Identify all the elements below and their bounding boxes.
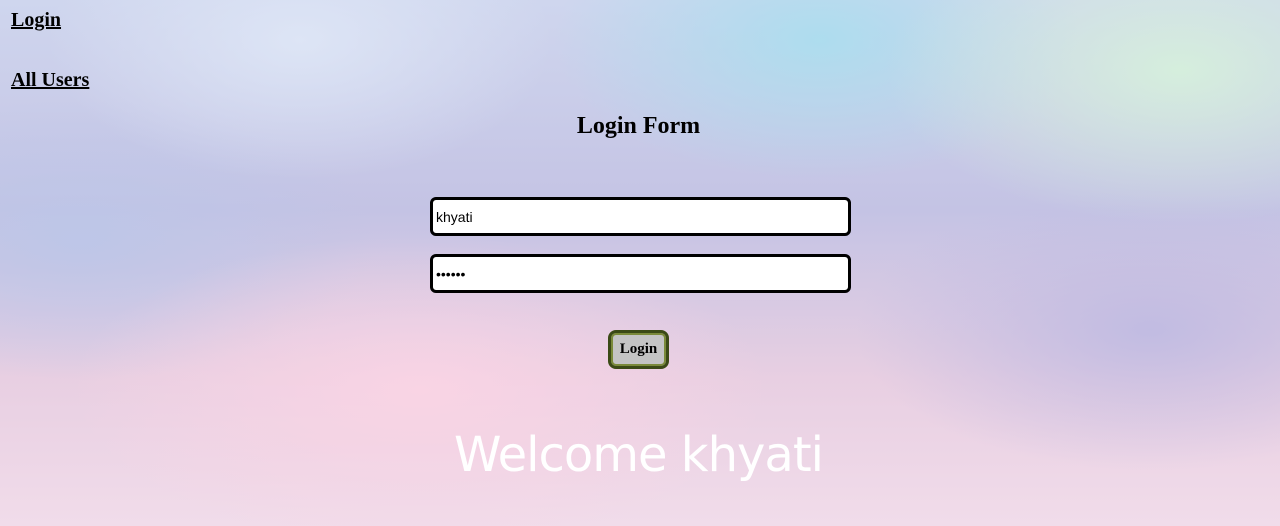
login-nav-link[interactable]: Login xyxy=(11,8,61,32)
password-input[interactable] xyxy=(430,254,851,293)
login-submit-button[interactable]: Login xyxy=(608,330,669,369)
username-input[interactable] xyxy=(430,197,851,236)
login-form-title: Login Form xyxy=(576,113,701,139)
all-users-nav-link[interactable]: All Users xyxy=(11,68,89,92)
welcome-message: Welcome khyati xyxy=(453,427,824,483)
